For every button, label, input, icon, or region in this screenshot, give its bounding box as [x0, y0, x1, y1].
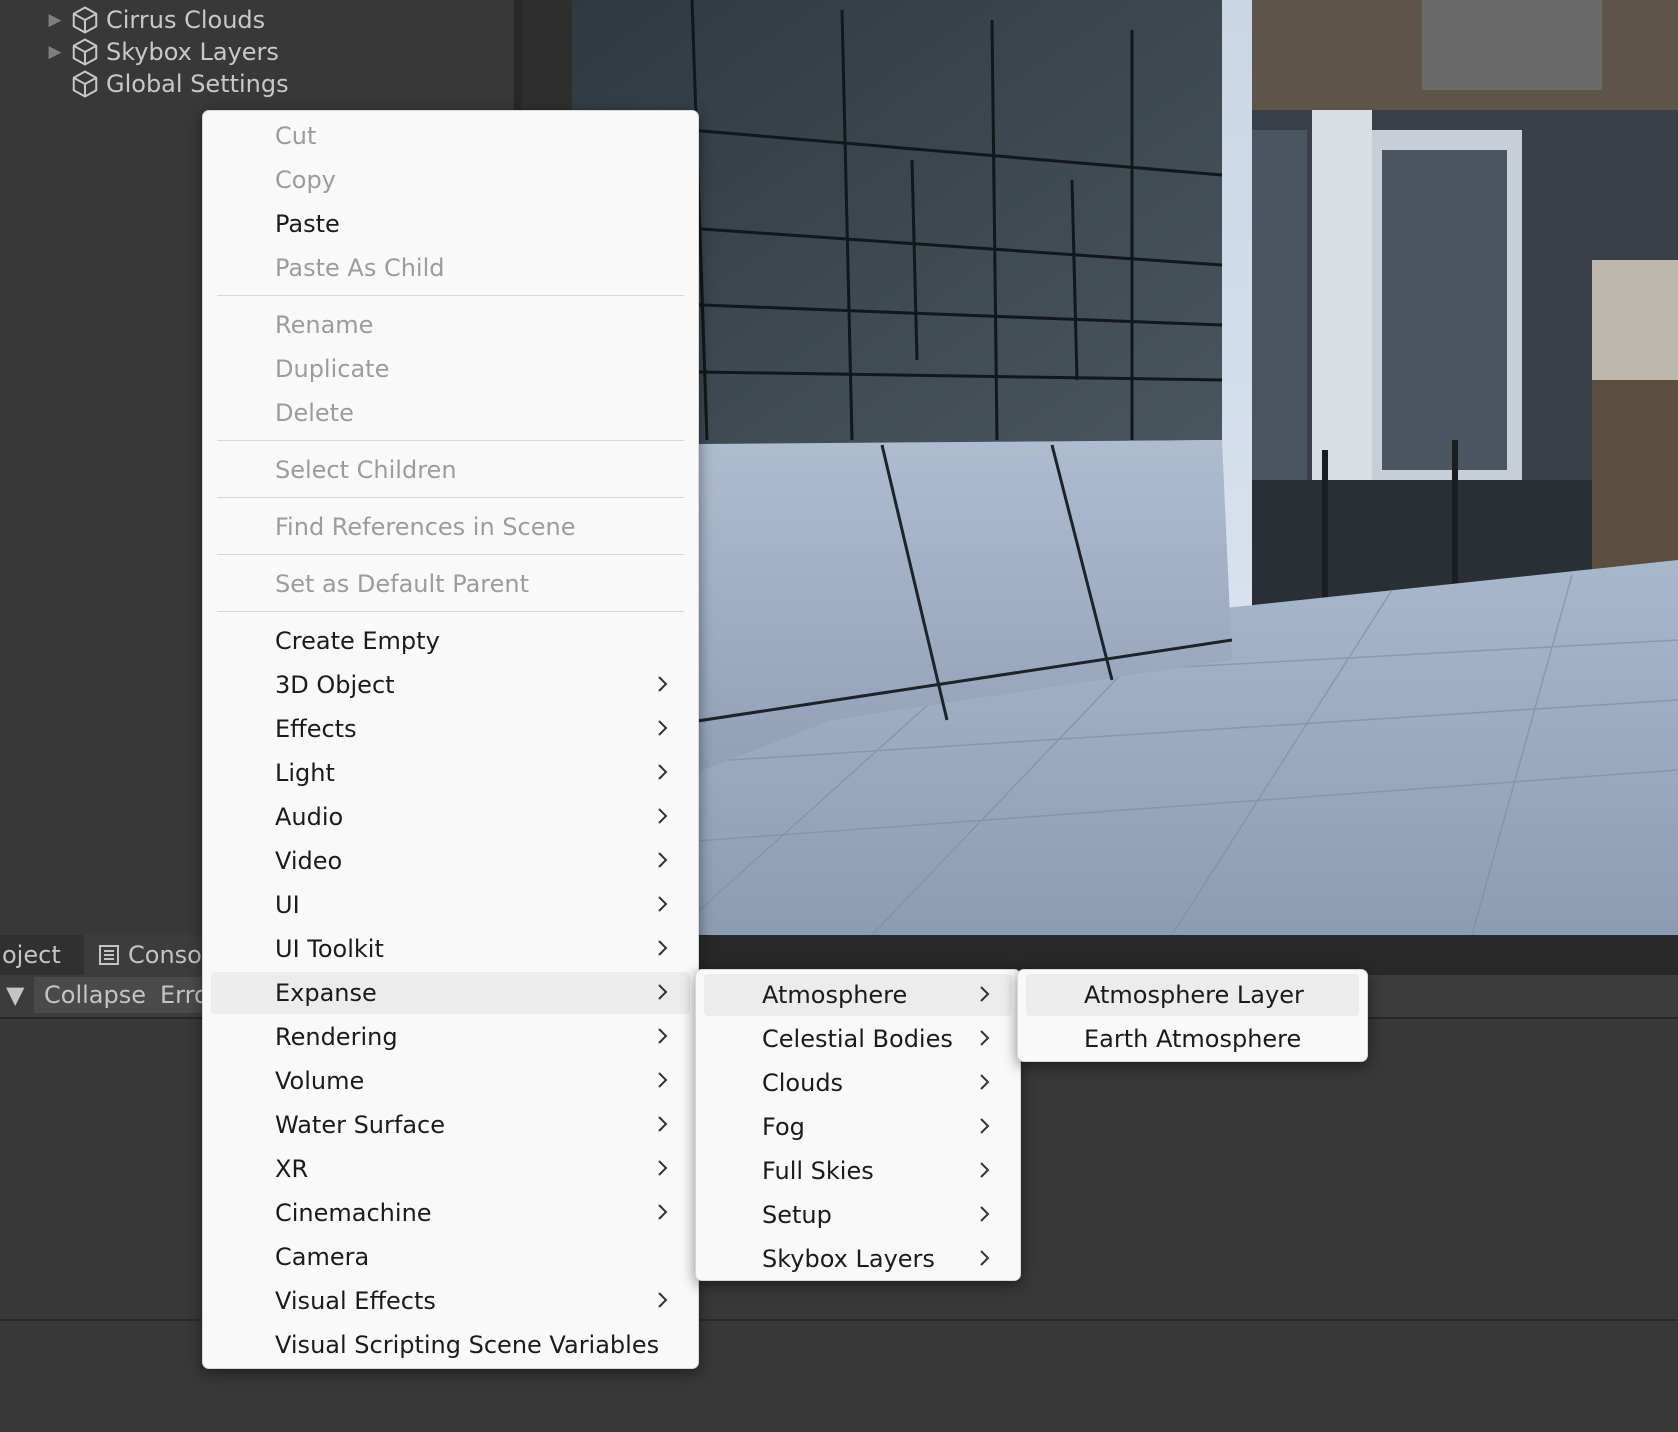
menu-separator: [217, 295, 684, 296]
menu-item-xr[interactable]: XR: [211, 1148, 690, 1190]
menu-item-fog[interactable]: Fog: [704, 1106, 1012, 1148]
menu-item-paste-as-child[interactable]: Paste As Child: [211, 247, 690, 289]
chevron-right-icon: [658, 764, 668, 780]
chevron-right-icon: [980, 1250, 990, 1266]
menu-item-audio[interactable]: Audio: [211, 796, 690, 838]
menu-item-clouds[interactable]: Clouds: [704, 1062, 1012, 1104]
menu-separator: [217, 554, 684, 555]
tab-label: Conso: [128, 941, 202, 969]
tab-label: oject: [2, 941, 61, 969]
menu-separator: [217, 611, 684, 612]
menu-separator: [217, 440, 684, 441]
menu-item-delete[interactable]: Delete: [211, 392, 690, 434]
chevron-right-icon: [658, 808, 668, 824]
hierarchy-item-label: Global Settings: [106, 70, 289, 98]
scene-render: [572, 0, 1678, 935]
expanse-submenu: Atmosphere Celestial Bodies Clouds Fog F…: [695, 969, 1021, 1281]
menu-item-3d-object[interactable]: 3D Object: [211, 664, 690, 706]
chevron-right-icon: [980, 1118, 990, 1134]
menu-item-set-default-parent[interactable]: Set as Default Parent: [211, 563, 690, 605]
collapse-button[interactable]: Collapse: [34, 977, 156, 1013]
menu-item-water-surface[interactable]: Water Surface: [211, 1104, 690, 1146]
menu-item-visual-effects[interactable]: Visual Effects: [211, 1280, 690, 1322]
cube-icon: [72, 70, 98, 98]
menu-item-skybox-layers[interactable]: Skybox Layers: [704, 1238, 1012, 1280]
hierarchy-item-cirrus-clouds[interactable]: ▶ Cirrus Clouds: [40, 4, 265, 36]
chevron-right-icon: [658, 852, 668, 868]
tab-project[interactable]: oject: [0, 935, 84, 975]
chevron-right-icon: [658, 1028, 668, 1044]
tab-console[interactable]: Conso: [84, 935, 216, 975]
triangle-down-icon[interactable]: ▼: [6, 977, 30, 1013]
cube-icon: [72, 6, 98, 34]
menu-item-volume[interactable]: Volume: [211, 1060, 690, 1102]
hierarchy-item-skybox-layers[interactable]: ▶ Skybox Layers: [40, 36, 279, 68]
atmosphere-submenu: Atmosphere Layer Earth Atmosphere: [1017, 969, 1368, 1062]
menu-separator: [217, 497, 684, 498]
chevron-right-icon: [658, 720, 668, 736]
menu-item-effects[interactable]: Effects: [211, 708, 690, 750]
menu-item-find-references[interactable]: Find References in Scene: [211, 506, 690, 548]
chevron-right-icon: [658, 1160, 668, 1176]
menu-item-light[interactable]: Light: [211, 752, 690, 794]
menu-item-video[interactable]: Video: [211, 840, 690, 882]
menu-item-camera[interactable]: Camera: [211, 1236, 690, 1278]
hierarchy-item-label: Skybox Layers: [106, 38, 279, 66]
menu-item-paste[interactable]: Paste: [211, 203, 690, 245]
menu-item-celestial-bodies[interactable]: Celestial Bodies: [704, 1018, 1012, 1060]
chevron-right-icon: [658, 1116, 668, 1132]
context-menu: Cut Copy Paste Paste As Child Rename Dup…: [202, 110, 699, 1369]
menu-item-atmosphere[interactable]: Atmosphere: [704, 974, 1012, 1016]
triangle-right-icon[interactable]: ▶: [40, 10, 70, 30]
chevron-right-icon: [658, 1072, 668, 1088]
chevron-right-icon: [658, 896, 668, 912]
menu-item-cinemachine[interactable]: Cinemachine: [211, 1192, 690, 1234]
menu-item-full-skies[interactable]: Full Skies: [704, 1150, 1012, 1192]
chevron-right-icon: [980, 1030, 990, 1046]
chevron-right-icon: [980, 1074, 990, 1090]
menu-item-ui-toolkit[interactable]: UI Toolkit: [211, 928, 690, 970]
chevron-right-icon: [980, 1206, 990, 1222]
menu-item-setup[interactable]: Setup: [704, 1194, 1012, 1236]
menu-item-visual-scripting-scene-variables[interactable]: Visual Scripting Scene Variables: [211, 1324, 690, 1366]
hierarchy-item-label: Cirrus Clouds: [106, 6, 266, 34]
menu-item-rendering[interactable]: Rendering: [211, 1016, 690, 1058]
menu-item-expanse[interactable]: Expanse: [211, 972, 690, 1014]
chevron-right-icon: [658, 1292, 668, 1308]
menu-item-atmosphere-layer[interactable]: Atmosphere Layer: [1026, 974, 1359, 1016]
menu-item-earth-atmosphere[interactable]: Earth Atmosphere: [1026, 1018, 1359, 1060]
chevron-right-icon: [980, 986, 990, 1002]
menu-item-create-empty[interactable]: Create Empty: [211, 620, 690, 662]
menu-item-cut[interactable]: Cut: [211, 115, 690, 157]
chevron-right-icon: [658, 1204, 668, 1220]
chevron-right-icon: [658, 676, 668, 692]
chevron-right-icon: [980, 1162, 990, 1178]
hierarchy-item-global-settings[interactable]: ▶ Global Settings: [40, 68, 289, 100]
triangle-right-icon[interactable]: ▶: [40, 42, 70, 62]
menu-item-rename[interactable]: Rename: [211, 304, 690, 346]
cube-icon: [72, 38, 98, 66]
chevron-right-icon: [658, 984, 668, 1000]
menu-item-ui[interactable]: UI: [211, 884, 690, 926]
menu-item-select-children[interactable]: Select Children: [211, 449, 690, 491]
console-icon: [99, 945, 119, 965]
menu-item-duplicate[interactable]: Duplicate: [211, 348, 690, 390]
menu-item-copy[interactable]: Copy: [211, 159, 690, 201]
scene-view[interactable]: [572, 0, 1678, 935]
chevron-right-icon: [658, 940, 668, 956]
